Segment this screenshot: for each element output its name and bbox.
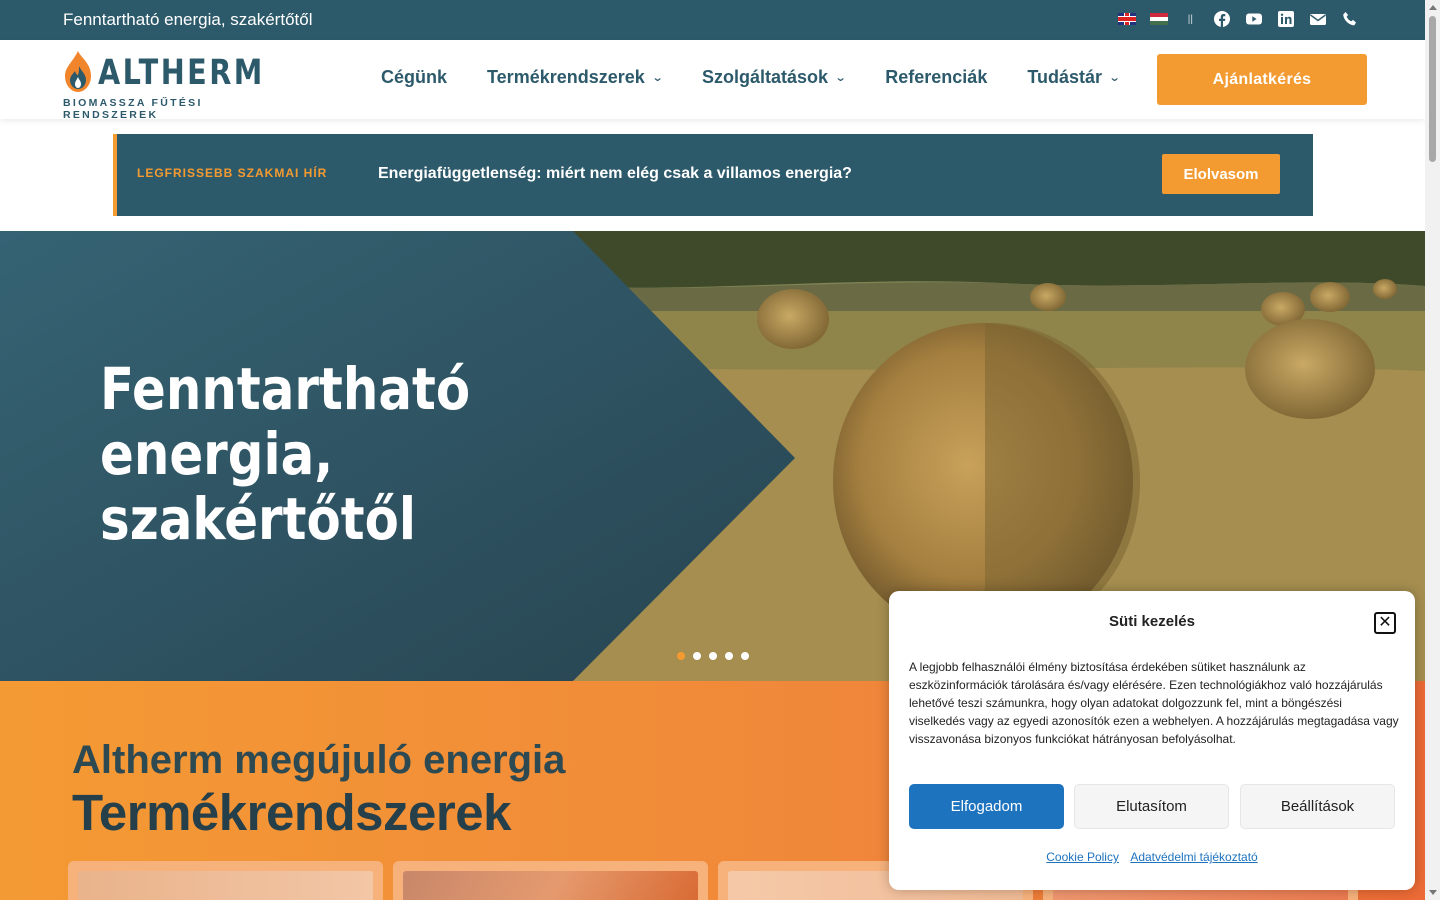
nav-item-termekrendszerek[interactable]: Termékrendszerek ⌄ (487, 67, 664, 88)
nav-item-referenciak[interactable]: Referenciák (885, 67, 987, 88)
top-bar-right: || (1117, 10, 1359, 28)
hu-flag-icon[interactable] (1149, 13, 1168, 25)
envelope-icon[interactable] (1309, 10, 1327, 28)
cookie-title: Süti kezelés (1109, 613, 1195, 630)
cookie-text: A legjobb felhasználói élmény biztosítás… (909, 660, 1399, 746)
quote-request-button[interactable]: Ajánlatkérés (1157, 54, 1367, 105)
slider-dot[interactable] (725, 652, 733, 660)
close-icon[interactable]: ✕ (1374, 612, 1396, 634)
products-heading-big: Termékrendszerek (72, 784, 511, 841)
top-bar: Fenntartható energia, szakértőtől || (0, 0, 1425, 40)
product-card[interactable] (68, 861, 383, 900)
nav-item-label: Termékrendszerek (487, 67, 645, 87)
deny-cookies-button[interactable]: Elutasítom (1074, 784, 1229, 829)
hero-title: Fenntartható energia, szakértőtől (100, 357, 470, 552)
facebook-icon[interactable] (1213, 10, 1231, 28)
privacy-policy-link[interactable]: Adatvédelmi tájékoztató (1130, 850, 1257, 864)
en-flag-icon[interactable] (1117, 13, 1136, 25)
cookie-consent-dialog: Süti kezelés ✕ A legjobb felhasználói él… (889, 591, 1415, 890)
nav-item-cegunk[interactable]: Cégünk (381, 67, 447, 88)
scroll-down-arrow-icon[interactable] (1429, 890, 1437, 895)
youtube-icon[interactable] (1245, 10, 1263, 28)
linkedin-icon[interactable] (1277, 10, 1295, 28)
nav-item-label: Cégünk (381, 67, 448, 87)
top-tagline: Fenntartható energia, szakértőtől (63, 10, 313, 29)
phone-icon[interactable] (1341, 10, 1359, 28)
hero-title-line: Fenntartható (100, 355, 471, 423)
slider-dot[interactable] (677, 652, 685, 660)
cookie-links: Cookie Policy Adatvédelmi tájékoztató (889, 850, 1415, 864)
hero-title-line: szakértőtől (100, 485, 416, 553)
page-scrollbar[interactable] (1425, 0, 1440, 900)
slider-dots (677, 652, 749, 660)
product-card-image (403, 871, 698, 900)
nav-item-tudastar[interactable]: Tudástár ⌄ (1027, 67, 1121, 88)
logo-subtitle: BIOMASSZA FŰTÉSI RENDSZEREK (63, 97, 203, 121)
altherm-logo[interactable]: ALTHERM BIOMASSZA FŰTÉSI RENDSZEREK (62, 50, 267, 121)
nav-item-label: Szolgáltatások (702, 67, 829, 87)
chevron-down-icon: ⌄ (834, 72, 847, 84)
product-card-image (78, 871, 373, 900)
flame-icon (65, 51, 91, 92)
accept-cookies-button[interactable]: Elfogadom (909, 784, 1064, 829)
nav-item-label: Referenciák (885, 67, 988, 87)
news-headline[interactable]: Energiafüggetlenség: miért nem elég csak… (378, 165, 852, 183)
hero-title-line: energia, (100, 420, 334, 488)
product-card[interactable] (393, 861, 708, 900)
products-heading-small: Altherm megújuló energia (72, 738, 566, 782)
nav-item-label: Tudástár (1027, 67, 1103, 87)
slider-dot[interactable] (741, 652, 749, 660)
main-nav: Cégünk Termékrendszerek ⌄ Szolgáltatások… (381, 67, 1159, 88)
site-header: ALTHERM BIOMASSZA FŰTÉSI RENDSZEREK Cégü… (0, 40, 1425, 121)
chevron-down-icon: ⌄ (1108, 72, 1121, 84)
read-news-button[interactable]: Elolvasom (1162, 154, 1280, 194)
scrollbar-thumb[interactable] (1429, 16, 1436, 162)
nav-item-szolgaltatasok[interactable]: Szolgáltatások ⌄ (702, 67, 847, 88)
cookie-preferences-button[interactable]: Beállítások (1240, 784, 1395, 829)
news-banner: LEGFRISSEBB SZAKMAI HÍR Energiafüggetlen… (113, 134, 1313, 216)
cookie-policy-link[interactable]: Cookie Policy (1046, 850, 1119, 864)
chevron-down-icon: ⌄ (651, 72, 664, 84)
slider-dot[interactable] (693, 652, 701, 660)
news-label: LEGFRISSEBB SZAKMAI HÍR (137, 166, 328, 180)
language-separator: || (1187, 13, 1193, 25)
slider-dot[interactable] (709, 652, 717, 660)
scroll-up-arrow-icon[interactable] (1429, 5, 1437, 10)
logo-brand-text: ALTHERM (98, 53, 265, 93)
